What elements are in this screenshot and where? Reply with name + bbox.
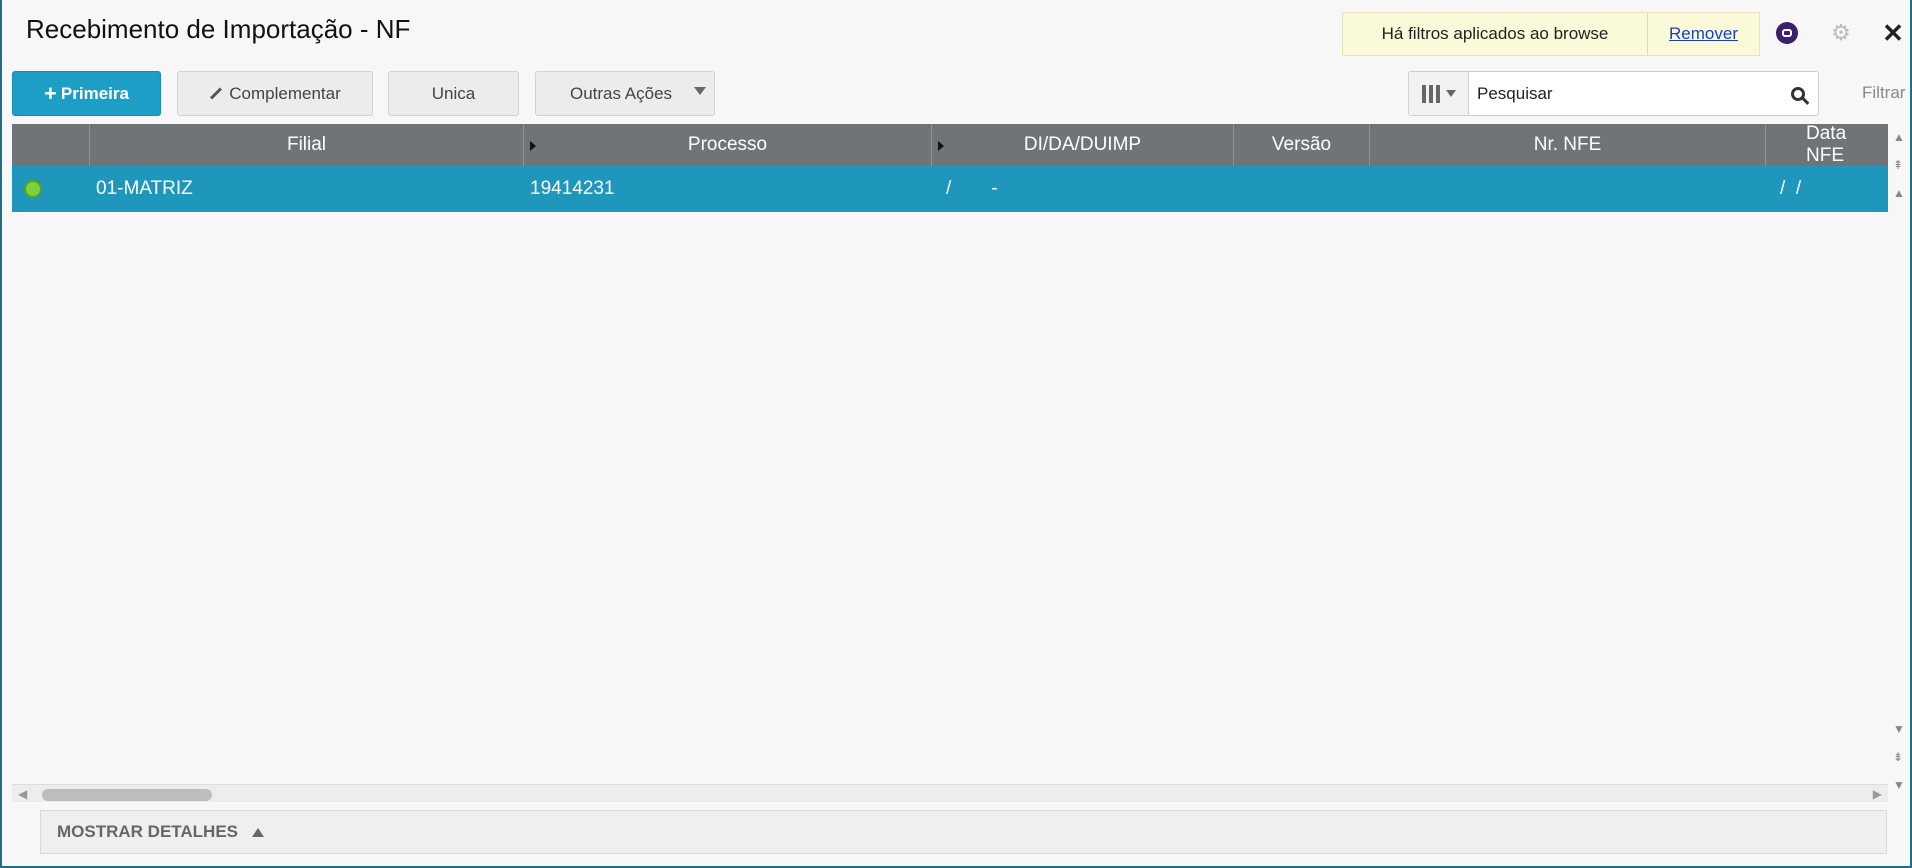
scroll-down-icon[interactable]: ▼ [1893, 722, 1905, 736]
mostrar-detalhes-label: MOSTRAR DETALHES [57, 822, 239, 841]
cell-data-nfe: / / [1780, 178, 1802, 199]
filter-notice: Há filtros aplicados ao browse Remover [1342, 12, 1760, 56]
cell-di-sep2: - [991, 178, 998, 199]
primeira-label: Primeira [60, 83, 129, 103]
scroll-up-icon[interactable]: ▲ [1893, 186, 1905, 200]
grid-header: Filial Processo DI/DA/DUIMP Versão Nr. N… [12, 123, 1888, 166]
cell-nr-nfe [1370, 166, 1766, 212]
search-box [1408, 71, 1819, 116]
page-title: Recebimento de Importação - NF [26, 14, 411, 44]
cell-filial: 01-MATRIZ [96, 178, 193, 199]
primeira-button[interactable]: + Primeira [12, 71, 161, 116]
outras-acoes-label: Outras Ações [570, 83, 673, 103]
header-nr-nfe[interactable]: Nr. NFE [1370, 124, 1766, 166]
pencil-icon [210, 87, 223, 100]
cell-di: / - [932, 166, 1234, 212]
column-picker-icon[interactable] [1409, 72, 1469, 115]
data-grid: Filial Processo DI/DA/DUIMP Versão Nr. N… [12, 123, 1905, 802]
header-processo[interactable]: Processo [524, 124, 932, 166]
status-dot-icon [24, 180, 42, 198]
header-versao[interactable]: Versão [1234, 124, 1370, 166]
header-di[interactable]: DI/DA/DUIMP [932, 124, 1234, 166]
close-icon[interactable]: ✕ [1880, 18, 1906, 48]
outras-acoes-button[interactable]: Outras Ações [535, 71, 715, 116]
header-di-label: DI/DA/DUIMP [1023, 134, 1142, 155]
cell-versao [1234, 166, 1370, 212]
sort-marker-icon [938, 141, 944, 151]
scroll-top-icon[interactable]: ▲ [1893, 130, 1905, 144]
scroll-page-down-icon[interactable]: ⇟ [1893, 750, 1903, 764]
header-processo-label: Processo [687, 134, 768, 155]
mostrar-detalhes-toggle[interactable]: MOSTRAR DETALHES [40, 810, 1887, 854]
status-cell [12, 166, 90, 212]
plus-icon: + [44, 80, 57, 106]
complementar-label: Complementar [229, 83, 341, 103]
cell-processo: 19414231 [530, 178, 615, 199]
scroll-bottom-icon[interactable]: ▼ [1893, 778, 1905, 792]
filter-notice-message: Há filtros aplicados ao browse [1381, 24, 1609, 43]
unica-button[interactable]: Unica [388, 71, 519, 116]
chevron-up-icon [252, 827, 265, 837]
gear-icon[interactable]: ⚙ [1828, 20, 1854, 46]
search-icon[interactable] [1778, 86, 1818, 101]
scroll-left-icon[interactable]: ◀ [18, 787, 27, 801]
scroll-right-icon[interactable]: ▶ [1873, 787, 1882, 801]
complementar-button[interactable]: Complementar [177, 71, 373, 116]
horizontal-scrollbar[interactable]: ◀ ▶ [12, 784, 1888, 802]
assistant-icon[interactable] [1774, 20, 1800, 46]
cell-di-sep1: / [946, 178, 952, 199]
table-row[interactable]: 01-MATRIZ 19414231 / - / / [12, 166, 1888, 212]
vertical-scrollbar[interactable]: ▲ ⇞ ▲ ▼ ⇟ ▼ [1888, 124, 1912, 804]
horizontal-scroll-thumb[interactable] [42, 789, 212, 801]
header-data-nfe[interactable]: Data NFE [1766, 123, 1888, 166]
header-filial[interactable]: Filial [90, 124, 524, 166]
sort-marker-icon [530, 141, 536, 151]
chevron-down-icon [694, 87, 706, 95]
scroll-page-up-icon[interactable]: ⇞ [1893, 158, 1903, 172]
search-input[interactable] [1469, 83, 1778, 104]
filtrar-link[interactable]: Filtrar [1862, 83, 1905, 103]
header-status[interactable] [12, 124, 90, 166]
remove-filter-link[interactable]: Remover [1647, 13, 1759, 55]
